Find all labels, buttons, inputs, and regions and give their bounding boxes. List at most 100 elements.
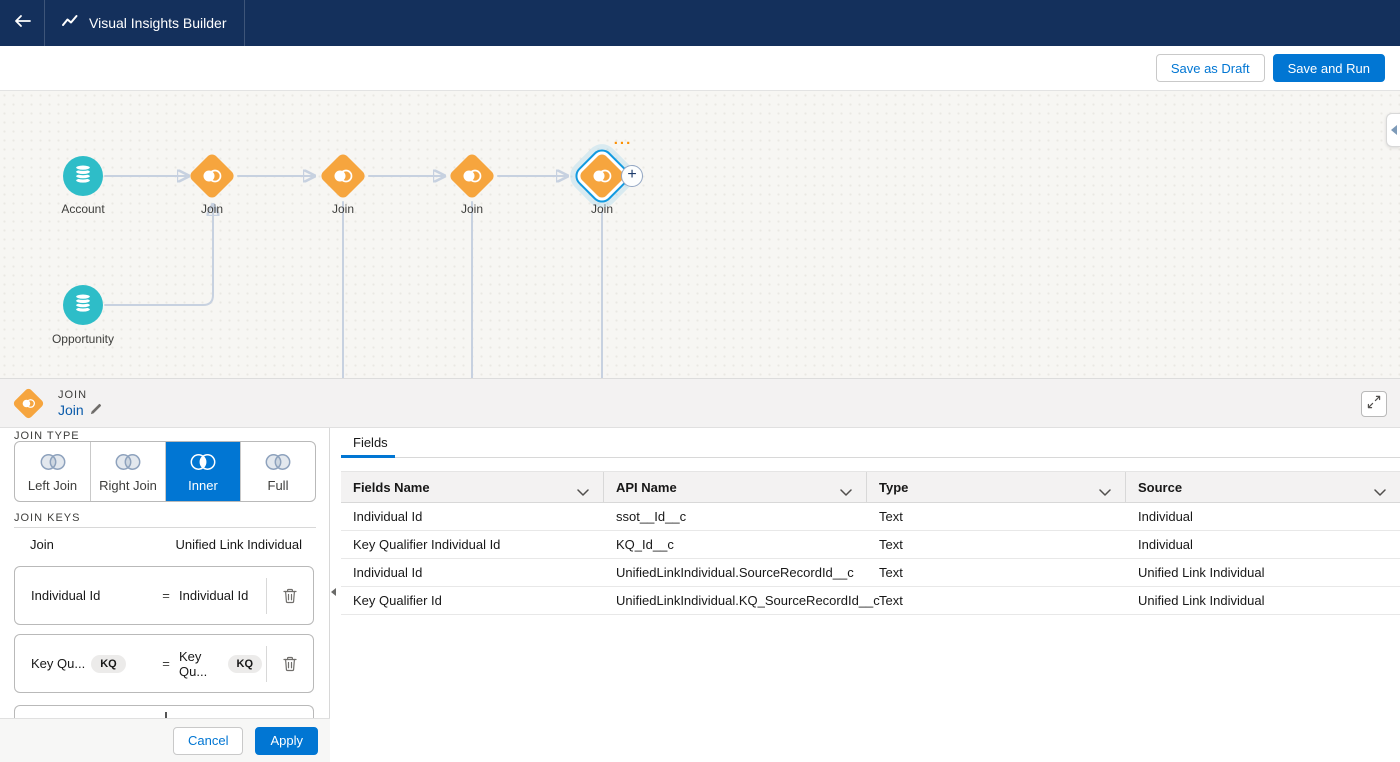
key-pair-card: Key Qu... KQ = Key Qu... KQ: [14, 634, 314, 693]
chevron-down-icon[interactable]: [1374, 484, 1386, 499]
join-node-icon: [10, 385, 46, 421]
flow-canvas: Account Opportunity Join Join Join Join …: [0, 91, 1400, 378]
cell-type: Text: [867, 531, 1126, 558]
column-header-api-name[interactable]: API Name: [604, 472, 867, 502]
join-type-option-full[interactable]: Full: [240, 442, 315, 501]
node-label-account: Account: [33, 202, 133, 216]
chevron-down-icon[interactable]: [840, 484, 852, 499]
node-label-join-4: Join: [562, 202, 642, 216]
column-header-type[interactable]: Type: [867, 472, 1126, 502]
join-config-pane: JOIN TYPE Left Join Right Join Inner Ful…: [0, 428, 330, 762]
node-name-link[interactable]: Join: [58, 402, 84, 418]
cell-fields-name: Key Qualifier Id: [341, 587, 604, 614]
column-header-fields-name[interactable]: Fields Name: [341, 472, 604, 502]
table-row: Individual Id UnifiedLinkIndividual.Sour…: [341, 559, 1400, 587]
fields-pane: Fields Fields Name API Name Type Source …: [341, 428, 1400, 762]
right-key-field[interactable]: Key Qu...: [179, 649, 222, 679]
fields-table-header: Fields Name API Name Type Source: [341, 471, 1400, 503]
node-label-join-1: Join: [172, 202, 252, 216]
cell-api-name: UnifiedLinkIndividual.SourceRecordId__c: [604, 559, 867, 586]
card-divider: [266, 646, 267, 682]
delete-key-button[interactable]: [277, 651, 303, 677]
equals-sign: =: [153, 656, 179, 671]
table-row: Key Qualifier Id UnifiedLinkIndividual.K…: [341, 587, 1400, 615]
cell-fields-name: Individual Id: [341, 559, 604, 586]
database-icon: [71, 290, 95, 321]
key-qualifier-badge: KQ: [91, 655, 126, 673]
equals-sign: =: [153, 588, 179, 603]
expand-panel-button[interactable]: [1361, 391, 1387, 417]
edit-pencil-icon[interactable]: [90, 402, 103, 418]
venn-full-icon: [261, 451, 295, 473]
delete-key-button[interactable]: [277, 583, 303, 609]
cell-source: Individual: [1126, 531, 1400, 558]
cell-api-name: ssot__Id__c: [604, 503, 867, 530]
panel-type-label: JOIN: [58, 389, 103, 401]
expand-diagonal-icon: [1367, 395, 1381, 414]
node-overflow-dots[interactable]: ...: [608, 135, 638, 145]
config-panel-header: JOIN Join: [0, 378, 1400, 428]
cell-fields-name: Individual Id: [341, 503, 604, 530]
panel-footer: Cancel Apply: [0, 718, 330, 762]
trash-icon: [283, 656, 297, 672]
node-account[interactable]: [63, 156, 103, 196]
chevron-down-icon[interactable]: [1099, 484, 1111, 499]
tab-fields[interactable]: Fields: [341, 428, 400, 458]
column-header-source[interactable]: Source: [1126, 472, 1400, 502]
left-source-label: Join: [30, 537, 54, 552]
chevron-down-icon[interactable]: [577, 484, 589, 499]
join-type-group: Left Join Right Join Inner Full: [14, 441, 316, 502]
join-type-option-inner[interactable]: Inner: [165, 442, 240, 501]
apply-button[interactable]: Apply: [255, 727, 318, 755]
global-navbar: Visual Insights Builder: [0, 0, 1400, 46]
side-panel-toggle[interactable]: [1386, 113, 1400, 147]
venn-right-icon: [111, 451, 145, 473]
back-button[interactable]: [0, 0, 45, 46]
venn-join-icon: [200, 168, 224, 184]
cell-api-name: UnifiedLinkIndividual.KQ_SourceRecordId_…: [604, 587, 867, 614]
insights-zigzag-icon: [61, 12, 79, 35]
cell-source: Unified Link Individual: [1126, 559, 1400, 586]
trash-icon: [283, 588, 297, 604]
left-key-field[interactable]: Key Qu...: [31, 656, 85, 671]
venn-left-icon: [36, 451, 70, 473]
add-node-button[interactable]: +: [621, 165, 643, 187]
node-label-join-2: Join: [303, 202, 383, 216]
app-title: Visual Insights Builder: [89, 15, 226, 31]
right-source-label: Unified Link Individual: [176, 537, 302, 552]
database-icon: [71, 161, 95, 192]
app-brand: Visual Insights Builder: [45, 0, 245, 46]
node-label-opportunity: Opportunity: [23, 332, 143, 346]
pane-collapse-arrow[interactable]: [331, 586, 339, 598]
tab-strip: Fields: [341, 428, 1400, 458]
join-sources-row: Join Unified Link Individual: [14, 534, 316, 554]
join-type-option-right-join[interactable]: Right Join: [90, 442, 165, 501]
cell-source: Unified Link Individual: [1126, 587, 1400, 614]
chevron-left-icon: [331, 588, 336, 596]
node-opportunity[interactable]: [63, 285, 103, 325]
key-pair-card: Individual Id = Individual Id: [14, 566, 314, 625]
table-row: Individual Id ssot__Id__c Text Individua…: [341, 503, 1400, 531]
cell-source: Individual: [1126, 503, 1400, 530]
cancel-button[interactable]: Cancel: [173, 727, 243, 755]
node-label-join-3: Join: [432, 202, 512, 216]
key-qualifier-badge: KQ: [228, 655, 263, 673]
join-type-option-left-join[interactable]: Left Join: [15, 442, 90, 501]
card-divider: [266, 578, 267, 614]
left-key-field[interactable]: Individual Id: [31, 588, 100, 603]
venn-inner-icon: [186, 451, 220, 473]
cell-type: Text: [867, 503, 1126, 530]
cell-fields-name: Key Qualifier Individual Id: [341, 531, 604, 558]
join-keys-heading: JOIN KEYS: [14, 512, 80, 524]
venn-join-icon: [460, 168, 484, 184]
venn-join-icon: [590, 168, 614, 184]
chevron-left-icon: [1391, 125, 1397, 135]
save-and-run-button[interactable]: Save and Run: [1273, 54, 1385, 82]
cell-api-name: KQ_Id__c: [604, 531, 867, 558]
flow-edges: [0, 91, 1400, 378]
active-tab-underline: [341, 455, 395, 458]
arrow-left-icon: [12, 12, 32, 35]
save-as-draft-button[interactable]: Save as Draft: [1156, 54, 1265, 82]
join-keys-divider: [14, 527, 316, 528]
right-key-field[interactable]: Individual Id: [179, 588, 248, 603]
